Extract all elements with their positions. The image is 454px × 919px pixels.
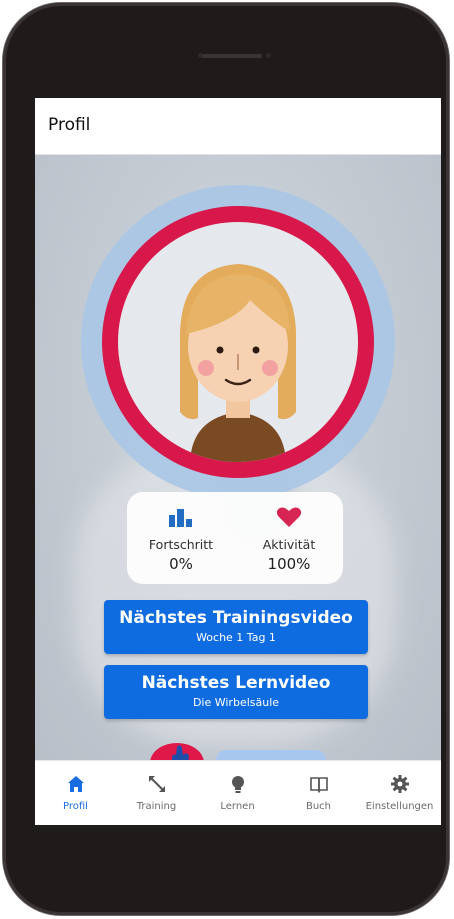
next-learning-video-title: Nächstes Lernvideo (141, 673, 331, 693)
next-training-video-subtitle: Woche 1 Tag 1 (196, 631, 276, 644)
gear-icon (391, 775, 409, 793)
stats-card: Fortschritt 0% Aktivität 100% (127, 492, 343, 584)
tab-buch-label: Buch (305, 801, 332, 812)
bar-chart-icon (169, 509, 192, 527)
activity-value: 100% (267, 555, 311, 573)
partial-card-peek (216, 750, 326, 760)
activity-label: Aktivität (262, 537, 316, 552)
app-screen: Profil Fortschritt 0% Aktivität 100% Näc… (35, 98, 441, 825)
next-training-video-button[interactable]: Nächstes Trainingsvideo Woche 1 Tag 1 (104, 600, 368, 654)
tab-lernen-label: Lernen (220, 801, 255, 812)
home-icon (68, 776, 84, 792)
proximity-sensor (266, 53, 271, 58)
partial-hand-badge (150, 743, 204, 760)
progress-stat[interactable]: Fortschritt 0% (127, 492, 235, 584)
app-header: Profil (35, 98, 441, 155)
tab-profil[interactable]: Profil (35, 761, 116, 825)
tab-training[interactable]: Training (116, 761, 197, 825)
avatar[interactable] (118, 222, 358, 462)
tab-profil-label: Profil (63, 801, 88, 812)
hand-icon (172, 745, 189, 760)
progress-label: Fortschritt (148, 537, 214, 552)
heart-icon (276, 507, 302, 527)
bottom-tab-bar: Profil Training Lernen Buch Einstellunge… (35, 760, 441, 825)
expand-arrows-icon (149, 776, 165, 792)
book-icon (310, 777, 328, 793)
avatar-face-icon (179, 264, 297, 462)
lightbulb-icon (232, 776, 244, 793)
earpiece-speaker (202, 54, 262, 58)
tab-lernen[interactable]: Lernen (197, 761, 278, 825)
tab-training-label: Training (136, 801, 177, 812)
tab-einstellungen-label: Einstellungen (365, 801, 434, 812)
page-title: Profil (48, 115, 91, 135)
progress-value: 0% (169, 555, 193, 573)
tab-einstellungen[interactable]: Einstellungen (359, 761, 440, 825)
profile-content[interactable]: Fortschritt 0% Aktivität 100% Nächstes T… (35, 155, 441, 760)
next-training-video-title: Nächstes Trainingsvideo (119, 608, 353, 628)
tab-buch[interactable]: Buch (278, 761, 359, 825)
next-learning-video-button[interactable]: Nächstes Lernvideo Die Wirbelsäule (104, 665, 368, 719)
next-learning-video-subtitle: Die Wirbelsäule (192, 696, 280, 709)
activity-stat[interactable]: Aktivität 100% (235, 492, 343, 584)
